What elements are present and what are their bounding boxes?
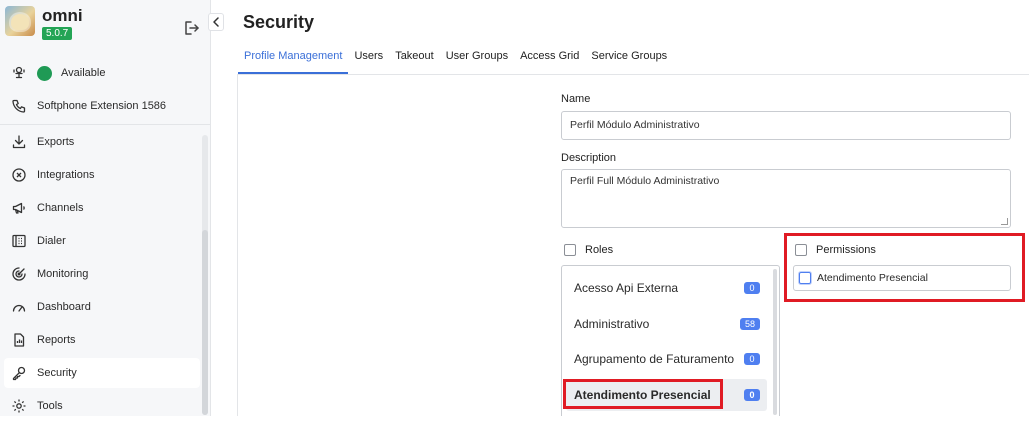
reports-icon [10, 331, 28, 349]
brand: omni 5.0.7 [5, 6, 205, 40]
tab-user-groups[interactable]: User Groups [440, 44, 514, 74]
tabs-divider [237, 74, 1029, 75]
monitoring-icon [10, 265, 28, 283]
softphone-extension[interactable]: Softphone Extension 1586 [4, 91, 200, 121]
content-divider [237, 75, 238, 416]
download-icon [10, 133, 28, 151]
sidebar-item-dialer[interactable]: Dialer [4, 226, 200, 256]
sidebar-item-label: Tools [37, 400, 63, 412]
tab-profile-management[interactable]: Profile Management [238, 44, 349, 74]
version-badge: 5.0.7 [42, 27, 73, 40]
megaphone-icon [10, 199, 28, 217]
role-label: Administrativo [574, 317, 650, 331]
sidebar-item-reports[interactable]: Reports [4, 325, 200, 355]
tab-service-groups[interactable]: Service Groups [585, 44, 673, 74]
sidebar: omni 5.0.7 Available Softphone Extension… [0, 0, 211, 416]
dialer-icon [10, 232, 28, 250]
sidebar-item-label: Exports [37, 136, 75, 148]
count-badge: 0 [744, 389, 760, 401]
description-label: Description [561, 152, 617, 164]
sidebar-item-label: Dialer [37, 235, 66, 247]
role-label: Acesso Api Externa [574, 281, 679, 295]
page-title: Security [243, 12, 315, 32]
sidebar-item-dashboard[interactable]: Dashboard [4, 292, 200, 322]
sidebar-item-security[interactable]: Security [4, 358, 200, 388]
tab-access-grid[interactable]: Access Grid [514, 44, 585, 74]
name-field[interactable]: Perfil Módulo Administrativo [561, 111, 1011, 140]
sidebar-item-exports[interactable]: Exports [4, 127, 200, 157]
tab-takeout[interactable]: Takeout [389, 44, 440, 74]
sidebar-item-channels[interactable]: Channels [4, 193, 200, 223]
status-label: Available [61, 67, 106, 79]
count-badge: 58 [739, 318, 760, 330]
gear-icon [10, 397, 28, 415]
sidebar-item-label: Dashboard [37, 301, 91, 313]
headset-icon [10, 64, 28, 82]
roles-select-all-checkbox[interactable] [564, 244, 576, 256]
name-label: Name [561, 93, 591, 105]
sidebar-item-label: Security [37, 367, 77, 379]
highlight-permissions [784, 233, 1025, 302]
avatar[interactable] [5, 6, 35, 36]
sidebar-item-label: Reports [37, 334, 76, 346]
sidebar-item-label: Channels [37, 202, 84, 214]
status-dot [37, 65, 52, 81]
integrations-icon [10, 166, 28, 184]
roles-scrollbar[interactable] [773, 269, 777, 415]
count-badge: 0 [744, 353, 760, 365]
logout-icon[interactable] [182, 19, 200, 37]
role-label: Agrupamento de Faturamento [574, 352, 735, 366]
softphone-label: Softphone Extension 1586 [37, 100, 167, 112]
tab-users[interactable]: Users [348, 44, 389, 74]
sidebar-divider [0, 124, 210, 125]
scrollbar-thumb[interactable] [202, 230, 208, 415]
description-value: Perfil Full Módulo Administrativo [570, 175, 720, 187]
app-name: omni [42, 6, 83, 25]
sidebar-scrollbar[interactable] [202, 135, 208, 415]
phone-icon [10, 97, 28, 115]
sidebar-item-label: Integrations [37, 169, 95, 181]
chevron-left-icon [213, 17, 219, 27]
collapse-sidebar-button[interactable] [208, 13, 224, 31]
tab-bar: Profile Management Users Takeout User Gr… [238, 44, 673, 74]
dashboard-icon [10, 298, 28, 316]
status-selector[interactable]: Available [4, 58, 200, 88]
sidebar-item-integrations[interactable]: Integrations [4, 160, 200, 190]
key-icon [10, 364, 28, 382]
list-item[interactable]: Acesso Api Externa 0 [566, 272, 767, 304]
highlight-selected-role [563, 379, 723, 409]
sidebar-item-tools[interactable]: Tools [4, 391, 200, 421]
resize-handle[interactable] [1001, 218, 1008, 225]
sidebar-item-label: Monitoring [37, 268, 89, 280]
list-item[interactable]: Agrupamento de Faturamento 0 [566, 343, 767, 375]
list-item[interactable]: Administrativo 58 [566, 308, 767, 340]
description-field[interactable]: Perfil Full Módulo Administrativo [561, 169, 1011, 228]
roles-label: Roles [585, 244, 614, 256]
sidebar-item-monitoring[interactable]: Monitoring [4, 259, 200, 289]
count-badge: 0 [744, 282, 760, 294]
